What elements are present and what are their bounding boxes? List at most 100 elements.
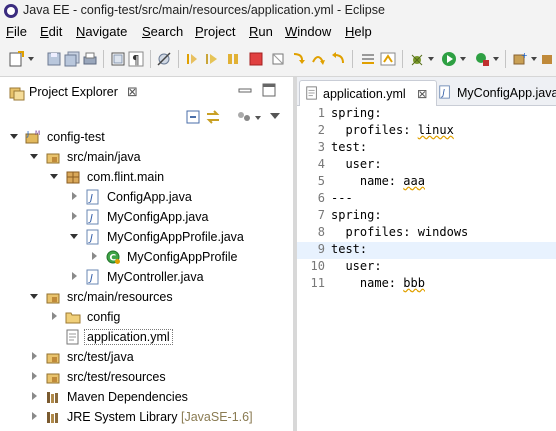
new-dropdown-arrow[interactable]: [28, 57, 34, 61]
line-text: ---: [331, 191, 353, 205]
link-with-editor-icon[interactable]: [205, 109, 221, 125]
step-into-icon[interactable]: [290, 51, 306, 67]
expand-arrow-icon[interactable]: [10, 134, 18, 139]
run-dropdown-arrow[interactable]: [460, 57, 466, 61]
debug-dropdown-arrow[interactable]: [428, 57, 434, 61]
line-text: user:: [331, 259, 382, 273]
close-icon[interactable]: ⊠: [127, 84, 138, 100]
line-number: 1: [317, 106, 325, 120]
tree-item-class[interactable]: C MyConfigAppProfile: [0, 247, 293, 267]
view-menu-icon[interactable]: [270, 113, 280, 119]
resume-icon[interactable]: [204, 51, 220, 67]
filter-icon[interactable]: [236, 109, 252, 125]
external-tools-icon[interactable]: [474, 51, 490, 67]
tree-label: JRE System Library: [67, 410, 178, 424]
tab-application-yml[interactable]: application.yml ⊠: [299, 80, 437, 106]
use-step-filters-icon[interactable]: [380, 51, 396, 67]
tree-item-src-test-java[interactable]: src/test/java: [0, 347, 293, 367]
step-return-icon[interactable]: [330, 51, 346, 67]
expand-arrow-icon[interactable]: [30, 294, 38, 299]
tree-item-java-file[interactable]: J MyConfigApp.java: [0, 207, 293, 227]
expand-arrow-icon[interactable]: [72, 272, 77, 280]
menu-project[interactable]: Project: [195, 24, 235, 39]
maximize-icon[interactable]: [262, 83, 276, 97]
drop-to-frame-icon[interactable]: [360, 51, 376, 67]
tree-label: MyConfigAppProfile.java: [107, 230, 244, 244]
expand-arrow-icon[interactable]: [70, 234, 78, 239]
minimize-icon[interactable]: [238, 83, 252, 97]
new-java-project-icon[interactable]: +: [512, 51, 528, 67]
menu-help[interactable]: Help: [345, 24, 372, 39]
code-line: 1 spring:: [297, 106, 556, 123]
menu-edit[interactable]: Edit: [40, 24, 62, 39]
tab-myconfigapp-java[interactable]: J MyConfigApp.java: [438, 80, 556, 105]
tree-label: MyController.java: [107, 270, 204, 284]
expand-arrow-icon[interactable]: [32, 392, 37, 400]
tree-item-java-file[interactable]: J MyConfigAppProfile.java: [0, 227, 293, 247]
code-line: 11 name: bbb: [297, 276, 556, 293]
menu-file[interactable]: File: [6, 24, 27, 39]
debug-icon[interactable]: [409, 51, 425, 67]
show-whitespace-icon[interactable]: ¶: [128, 51, 144, 67]
menu-window[interactable]: Window: [285, 24, 331, 39]
step-over-icon[interactable]: [310, 51, 326, 67]
svg-text:¶: ¶: [132, 53, 140, 67]
java-file-icon: J: [86, 189, 99, 205]
expand-arrow-icon[interactable]: [50, 174, 58, 179]
tree-item-java-file[interactable]: J MyController.java: [0, 267, 293, 287]
tree-item-java-file[interactable]: J ConfigApp.java: [0, 187, 293, 207]
suspend-icon[interactable]: [225, 51, 241, 67]
tree-item-jre-system-library[interactable]: JRE System Library [JavaSE-1.6]: [0, 407, 293, 427]
tree-item-project[interactable]: JM config-test: [0, 127, 293, 147]
tree-item-package[interactable]: com.flint.main: [0, 167, 293, 187]
tree-label: application.yml: [84, 329, 173, 345]
menu-run[interactable]: Run: [249, 24, 273, 39]
new-java-dropdown-arrow[interactable]: [531, 57, 537, 61]
expand-arrow-icon[interactable]: [30, 154, 38, 159]
expand-arrow-icon[interactable]: [72, 192, 77, 200]
tree-item-maven-dependencies[interactable]: Maven Dependencies: [0, 387, 293, 407]
expand-arrow-icon[interactable]: [32, 412, 37, 420]
save-all-icon[interactable]: [64, 51, 80, 67]
source-folder-icon: [46, 153, 60, 164]
expand-arrow-icon[interactable]: [32, 372, 37, 380]
terminate-icon[interactable]: [248, 51, 264, 67]
tree-item-application-yml[interactable]: application.yml: [0, 327, 293, 347]
step-icon[interactable]: [184, 51, 200, 67]
code-line: 2 profiles: linux: [297, 123, 556, 140]
expand-arrow-icon[interactable]: [72, 212, 77, 220]
filter-dropdown-arrow[interactable]: [255, 116, 261, 120]
external-tools-dropdown-arrow[interactable]: [493, 57, 499, 61]
source-folder-icon: [46, 353, 60, 364]
tree-item-config-folder[interactable]: config: [0, 307, 293, 327]
expand-arrow-icon[interactable]: [32, 352, 37, 360]
code-line: 10 user:: [297, 259, 556, 276]
tab-project-explorer[interactable]: Project Explorer ⊠: [3, 80, 148, 104]
toolbar-separator: [103, 50, 104, 68]
expand-arrow-icon[interactable]: [92, 252, 97, 260]
new-package-icon[interactable]: [540, 51, 556, 67]
menu-search[interactable]: Search: [142, 24, 183, 39]
line-number: 3: [317, 140, 325, 154]
save-icon[interactable]: [46, 51, 62, 67]
yml-file-icon: [66, 329, 79, 345]
expand-arrow-icon[interactable]: [52, 312, 57, 320]
collapse-all-icon[interactable]: [185, 109, 201, 125]
tree-item-src-main-resources[interactable]: src/main/resources: [0, 287, 293, 307]
print-icon[interactable]: [82, 51, 98, 67]
spelling-flagged-word: linux: [417, 123, 454, 137]
new-icon[interactable]: [8, 51, 24, 67]
disconnect-icon[interactable]: [270, 51, 286, 67]
tree-item-src-test-resources[interactable]: src/test/resources: [0, 367, 293, 387]
toolbar-separator: [402, 50, 403, 68]
menu-navigate[interactable]: Navigate: [76, 24, 127, 39]
close-icon[interactable]: ⊠: [417, 86, 427, 101]
run-icon[interactable]: [441, 51, 457, 67]
class-icon: C: [106, 250, 120, 264]
console-icon[interactable]: [110, 51, 126, 67]
code-editor[interactable]: 1 spring: 2 profiles: linux 3 test: 4 user…: [297, 106, 556, 431]
tree-item-src-main-java[interactable]: src/main/java: [0, 147, 293, 167]
skip-breakpoints-icon[interactable]: [156, 51, 172, 67]
package-icon: [66, 171, 80, 184]
line-text: test:: [331, 140, 368, 154]
